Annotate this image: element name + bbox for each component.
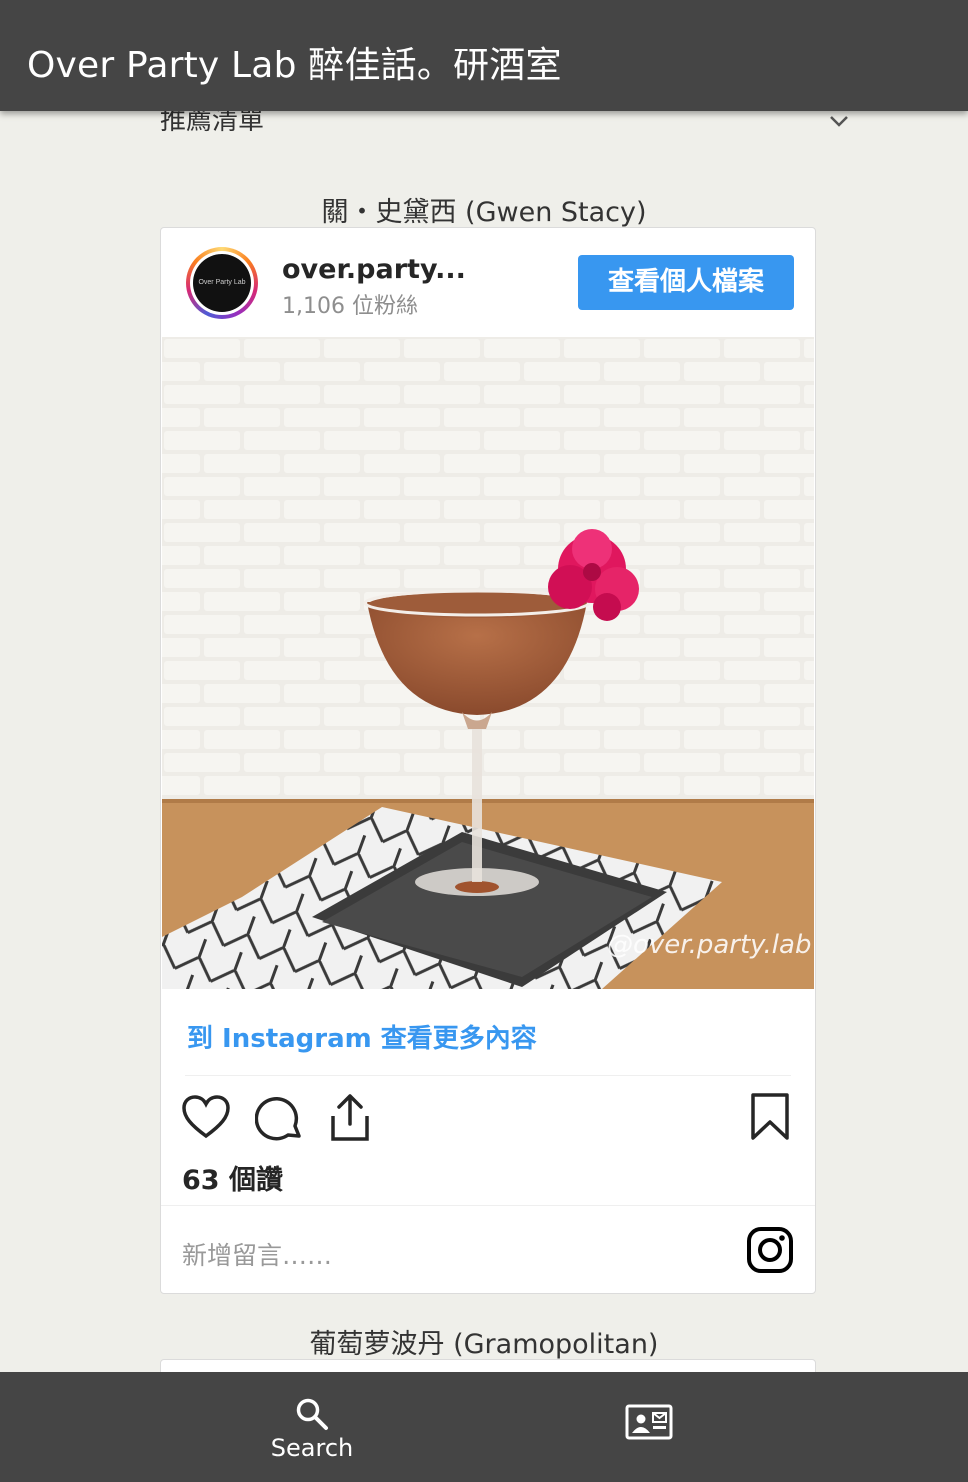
likes-count: 63 個讚	[182, 1165, 283, 1196]
bookmark-icon[interactable]	[749, 1092, 791, 1142]
share-icon[interactable]	[327, 1092, 373, 1142]
add-comment-field[interactable]: 新增留言……	[182, 1236, 332, 1272]
instagram-embed: Over Party Lab over.party... 1,106 位粉絲 查…	[160, 227, 816, 1294]
username[interactable]: over.party...	[282, 254, 466, 285]
image-watermark: @over.party.lab	[607, 930, 811, 960]
post-image[interactable]: @over.party.lab	[162, 337, 814, 989]
divider	[185, 1075, 791, 1076]
chevron-down-icon[interactable]	[828, 110, 850, 132]
app-bar: Over Party Lab 醉佳話。研酒室	[0, 0, 968, 111]
app-title: Over Party Lab 醉佳話。研酒室	[27, 45, 562, 86]
view-profile-button[interactable]: 查看個人檔案	[578, 255, 794, 310]
instagram-logo-icon[interactable]	[747, 1227, 793, 1273]
embed-header: Over Party Lab over.party... 1,106 位粉絲 查…	[161, 228, 815, 337]
more-on-instagram-link[interactable]: 到 Instagram 查看更多內容	[187, 1018, 537, 1055]
contact-card-icon[interactable]	[624, 1402, 674, 1444]
follower-count: 1,106 位粉絲	[282, 294, 418, 319]
cocktail-name: 葡萄萝波丹 (Gramopolitan)	[309, 1329, 659, 1360]
cocktail-name: 關・史黛西 (Gwen Stacy)	[321, 197, 647, 228]
comment-icon[interactable]	[255, 1094, 303, 1144]
avatar[interactable]: Over Party Lab	[186, 247, 258, 319]
bottom-nav: Search	[0, 1372, 968, 1482]
search-icon	[296, 1398, 328, 1430]
heart-icon[interactable]	[181, 1094, 231, 1142]
nav-search-button[interactable]: Search	[262, 1394, 362, 1464]
nav-search-label: Search	[270, 1434, 354, 1462]
divider	[161, 1205, 815, 1206]
avatar-logo: Over Party Lab	[193, 254, 251, 312]
